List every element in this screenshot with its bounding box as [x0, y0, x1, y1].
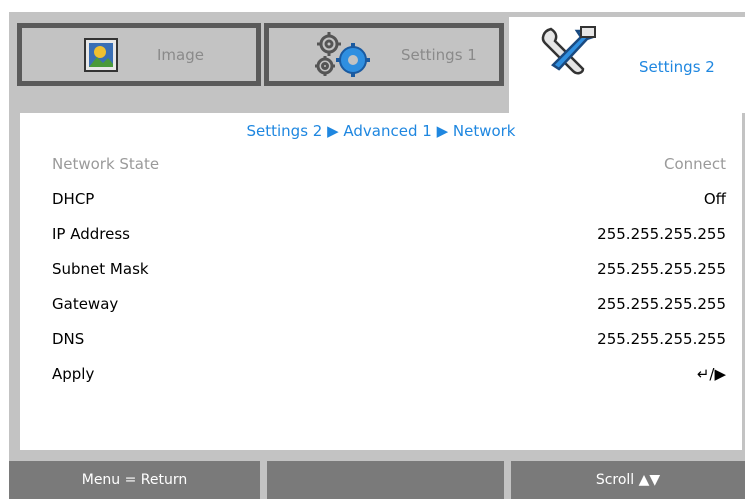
tab-settings-2[interactable]: Settings 2 — [509, 17, 745, 113]
row-label: Subnet Mask — [52, 260, 149, 278]
row-gateway[interactable]: Gateway 255.255.255.255 — [52, 289, 726, 319]
scroll-hint: Scroll ▲▼ — [511, 461, 745, 499]
row-value: Off — [703, 190, 726, 208]
row-network-state: Network State Connect — [52, 149, 726, 179]
row-apply[interactable]: Apply ↵/▶ — [52, 359, 726, 389]
image-icon — [84, 37, 118, 72]
row-subnet-mask[interactable]: Subnet Mask 255.255.255.255 — [52, 254, 726, 284]
row-label: Gateway — [52, 295, 119, 313]
row-value: 255.255.255.255 — [597, 225, 726, 243]
row-label: Apply — [52, 365, 95, 383]
osd-menu: Image Settings 1 Settings 2 Settings 2 ▶… — [9, 12, 745, 499]
enter-arrow-icon: ↵/▶ — [696, 365, 726, 383]
row-label: IP Address — [52, 225, 130, 243]
tab-settings-1-label: Settings 1 — [401, 45, 477, 64]
tools-icon — [537, 25, 601, 81]
row-label: DNS — [52, 330, 85, 348]
row-ip-address[interactable]: IP Address 255.255.255.255 — [52, 219, 726, 249]
row-dhcp[interactable]: DHCP Off — [52, 184, 726, 214]
row-value: 255.255.255.255 — [597, 330, 726, 348]
row-label: DHCP — [52, 190, 95, 208]
tab-settings-2-label: Settings 2 — [639, 58, 715, 76]
row-dns[interactable]: DNS 255.255.255.255 — [52, 324, 726, 354]
row-value: 255.255.255.255 — [597, 260, 726, 278]
menu-return-hint: Menu = Return — [9, 461, 260, 499]
row-value: 255.255.255.255 — [597, 295, 726, 313]
footer-middle — [267, 461, 504, 499]
row-value: Connect — [663, 155, 726, 173]
tab-image-label: Image — [157, 45, 204, 64]
tab-image[interactable]: Image — [17, 23, 261, 86]
row-label: Network State — [52, 155, 160, 173]
content-panel: Settings 2 ▶ Advanced 1 ▶ Network Networ… — [20, 113, 742, 450]
breadcrumb: Settings 2 ▶ Advanced 1 ▶ Network — [246, 122, 516, 140]
tab-settings-1[interactable]: Settings 1 — [264, 23, 504, 86]
gears-icon — [311, 30, 373, 80]
